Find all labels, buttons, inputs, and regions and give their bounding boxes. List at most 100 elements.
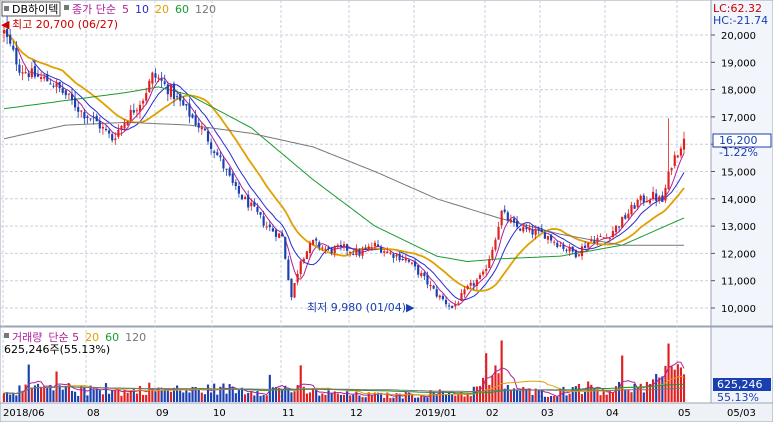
volume-bar: [120, 395, 123, 402]
candle-body: [679, 148, 682, 156]
volume-bar: [342, 394, 346, 402]
candle-body: [247, 194, 250, 208]
candle-body: [194, 115, 197, 125]
candle-body: [281, 233, 284, 237]
candle-body: [429, 284, 432, 287]
volume-bar: [237, 390, 240, 402]
candle-body: [361, 249, 364, 256]
x-tick-label: 02: [486, 408, 499, 419]
candle-body: [55, 83, 58, 87]
price-tick-label: 17,000: [721, 113, 756, 124]
price-tick-label: 13,000: [721, 222, 756, 233]
candle-body: [33, 66, 36, 77]
volume-bar: [534, 388, 537, 402]
candle-body: [525, 227, 528, 230]
candle-body: [342, 244, 346, 248]
candle-body: [478, 274, 482, 279]
candle-body: [571, 246, 574, 252]
volume-bar: [114, 389, 117, 402]
candle-body: [556, 242, 559, 248]
candle-body: [197, 123, 200, 128]
volume-bar: [361, 397, 364, 402]
candle-body: [522, 226, 525, 232]
volume-bar: [642, 392, 645, 402]
volume-bar: [182, 392, 185, 402]
volume-bar: [179, 390, 182, 402]
volume-bar: [417, 397, 420, 402]
x-tick-label: 10: [213, 408, 226, 419]
x-tick-label: 05: [678, 408, 691, 419]
candle-body: [138, 104, 142, 112]
volume-bar: [74, 391, 77, 402]
volume-bar: [574, 386, 577, 402]
volume-bar: [482, 377, 485, 402]
candle-body: [200, 127, 203, 130]
candle-body: [531, 229, 534, 235]
volume-bar: [206, 384, 210, 402]
candle-body: [148, 80, 151, 93]
candle-body: [271, 228, 274, 232]
candle-body: [633, 205, 636, 209]
candle-body: [373, 242, 376, 247]
volume-bar: [618, 381, 621, 402]
volume-bar: [349, 395, 352, 402]
volume-bar: [358, 395, 361, 402]
volume-bar: [213, 383, 216, 402]
volume-bar: [70, 390, 74, 402]
candle-body: [333, 247, 336, 254]
volume-bar: [676, 364, 679, 402]
volume-bar: [287, 388, 290, 402]
price-tick-label: 20,000: [721, 31, 756, 42]
candle-body: [213, 151, 216, 154]
volume-bar: [111, 390, 114, 402]
candle-body: [231, 173, 234, 183]
candle-body: [550, 234, 553, 241]
candle-body: [237, 185, 240, 194]
candle-body: [417, 265, 420, 275]
candle-body: [240, 194, 244, 200]
candle-body: [454, 304, 457, 307]
volume-bar: [327, 390, 330, 402]
volume-bar: [596, 389, 599, 402]
candle-body: [123, 123, 126, 129]
candle-body: [426, 274, 429, 285]
x-tick-label: 11: [282, 408, 295, 419]
candle-body: [142, 100, 145, 104]
volume-bar: [602, 390, 605, 402]
volume-bar: [259, 395, 262, 402]
candle-body: [593, 240, 596, 244]
volume-bar: [599, 395, 602, 402]
candle-body: [12, 45, 15, 50]
volume-bar: [509, 390, 512, 402]
candle-body: [667, 171, 670, 189]
candle-body: [219, 155, 222, 158]
candle-body: [568, 246, 571, 252]
candle-body: [577, 254, 580, 256]
volume-bar: [537, 389, 540, 402]
candle-body: [312, 239, 315, 245]
volume-bar: [197, 388, 200, 402]
candle-body: [401, 258, 404, 260]
volume-bar: [543, 396, 546, 402]
candle-body: [21, 72, 24, 74]
volume-bar: [587, 381, 590, 402]
candle-body: [618, 226, 621, 228]
volume-bar: [24, 384, 27, 402]
candle-body: [70, 94, 74, 100]
candle-body: [172, 83, 176, 100]
volume-bar: [160, 389, 163, 402]
candle-body: [475, 279, 478, 287]
candle-body: [64, 90, 67, 96]
candle-body: [225, 168, 228, 170]
volume-bar: [330, 392, 333, 402]
candle-body: [652, 191, 655, 199]
candle-body: [101, 126, 104, 129]
volume-bar: [336, 393, 339, 402]
candle-body: [191, 114, 194, 118]
legend-entry: 종가 단순: [72, 3, 116, 16]
candle-body: [376, 244, 380, 247]
volume-bar: [265, 395, 268, 402]
candle-body: [488, 259, 491, 268]
candle-body: [658, 196, 661, 201]
candle-body: [370, 247, 373, 249]
